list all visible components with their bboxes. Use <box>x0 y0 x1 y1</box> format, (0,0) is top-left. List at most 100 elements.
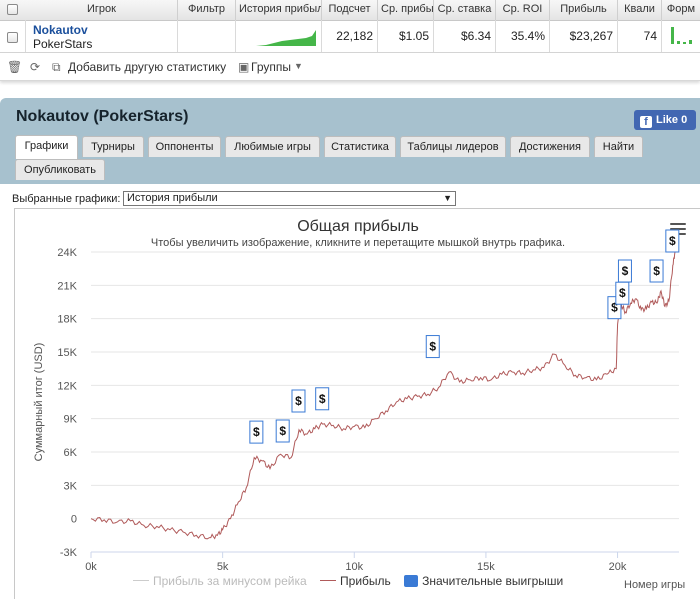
profit-history-sparkline <box>244 30 316 46</box>
big-win-label: $ <box>253 425 260 439</box>
groups-icon[interactable]: ▣ <box>238 60 249 74</box>
avg-stake-cell: $6.34 <box>434 20 496 52</box>
profit-chart[interactable]: Общая прибыль Чтобы увеличить изображени… <box>14 208 700 599</box>
legend-label: Прибыль <box>340 574 391 588</box>
row-checkbox-cell <box>0 20 26 52</box>
chevron-down-icon[interactable]: ▼ <box>294 61 303 71</box>
table-header: Игрок Фильтр История прибыл Подсчет Ср. … <box>0 0 700 21</box>
x-tick-label: 5k <box>217 561 229 573</box>
refresh-icon[interactable]: ⟳ <box>30 60 40 74</box>
tab-find[interactable]: Найти <box>594 136 643 157</box>
legend-label: Значительные выигрыши <box>422 574 564 588</box>
tab-statistics[interactable]: Статистика <box>324 136 396 157</box>
filter-cell[interactable] <box>178 20 236 52</box>
table-toolbar: 🗑 ⟳ ⧉ Добавить другую статистику ▣ Групп… <box>0 56 700 78</box>
legend-swatch-big-wins <box>404 575 419 587</box>
form-mini-chart <box>671 27 692 44</box>
legend-swatch-profit <box>320 580 337 581</box>
x-axis-ticks: 0k 5k 10k 15k 20k <box>85 552 627 573</box>
x-tick-label: 0k <box>85 561 97 573</box>
legend-item-profit[interactable]: Прибыль <box>320 574 394 588</box>
chevron-down-icon: ▼ <box>443 193 452 203</box>
profit-history-cell <box>236 20 322 52</box>
tab-achievements[interactable]: Достижения <box>510 136 590 157</box>
y-tick-label: 9K <box>64 414 78 426</box>
big-win-label: $ <box>653 264 660 278</box>
table-row[interactable]: 22,182 $1.05 $6.34 35.4% $23,267 74 <box>0 20 700 53</box>
like-label: Like 0 <box>656 114 688 126</box>
form-bar <box>683 42 686 44</box>
x-tick-label: 10k <box>345 561 363 573</box>
hands-cell: 22,182 <box>322 20 378 52</box>
big-win-label: $ <box>279 424 286 438</box>
tab-leaderboards[interactable]: Таблицы лидеров <box>400 136 506 157</box>
y-tick-label: 12K <box>57 380 77 392</box>
sparkline-area <box>244 30 316 46</box>
chart-select[interactable]: История прибыли ▼ <box>123 191 456 206</box>
legend-item-big-wins[interactable]: Значительные выигрыши <box>404 574 563 588</box>
add-stats-icon[interactable]: ⧉ <box>52 60 61 75</box>
col-avg-roi[interactable]: Ср. ROI <box>496 0 550 20</box>
chart-grid <box>91 251 679 553</box>
stats-table: Игрок Фильтр История прибыл Подсчет Ср. … <box>0 0 700 81</box>
col-filter[interactable]: Фильтр <box>178 0 236 20</box>
chart-legend: Прибыль за минусом рейка Прибыль Значите… <box>133 574 563 588</box>
col-form[interactable]: Форм <box>662 0 700 20</box>
y-tick-label: 6K <box>64 447 78 459</box>
legend-label: Прибыль за минусом рейка <box>153 574 307 588</box>
chart-select-label: Выбранные графики: <box>12 193 121 205</box>
y-tick-label: 21K <box>57 280 77 292</box>
player-name-link[interactable]: Nokautov <box>33 23 88 37</box>
row-checkbox[interactable] <box>7 32 18 43</box>
chart-plot[interactable]: -3K03K6K9K12K15K18K21K24K 0k 5k 10k 15k 20k … <box>15 209 700 600</box>
form-bar <box>689 40 692 44</box>
select-all-checkbox[interactable] <box>7 4 18 15</box>
player-site: PokerStars <box>33 37 93 51</box>
y-tick-label: 18K <box>57 314 77 326</box>
y-tick-label: 3K <box>64 480 78 492</box>
form-cell <box>662 20 700 52</box>
tab-charts[interactable]: Графики <box>15 135 78 159</box>
tab-opponents[interactable]: Оппоненты <box>148 136 221 157</box>
col-player[interactable]: Игрок <box>26 0 178 20</box>
big-win-markers: $ $$ $$$$$ $$ <box>249 229 680 444</box>
col-qual[interactable]: Квали <box>618 0 662 20</box>
form-bar <box>677 41 680 44</box>
page-title: Nokautov (PokerStars) <box>16 108 189 125</box>
x-axis-title: Номер игры <box>624 579 686 591</box>
groups-button[interactable]: Группы <box>251 60 291 74</box>
legend-item-net-rake[interactable]: Прибыль за минусом рейка <box>133 574 310 588</box>
add-stats-button[interactable]: Добавить другую статистику <box>68 60 226 74</box>
chart-select-value: История прибыли <box>127 192 218 204</box>
big-win-label: $ <box>429 340 436 354</box>
y-axis-title: Суммарный итог (USD) <box>33 343 45 462</box>
trash-icon[interactable]: 🗑 <box>7 60 22 74</box>
legend-swatch-net-rake <box>133 580 149 581</box>
x-tick-label: 20k <box>609 561 627 573</box>
big-win-label: $ <box>319 392 326 406</box>
profit-cell: $23,267 <box>550 20 618 52</box>
avg-profit-cell: $1.05 <box>378 20 434 52</box>
y-tick-label: 24K <box>57 247 77 259</box>
player-panel: Nokautov (PokerStars) Графики Турниры Оп… <box>0 98 700 184</box>
big-win-label: $ <box>295 394 302 408</box>
tab-favorite-games[interactable]: Любимые игры <box>225 136 320 157</box>
x-tick-label: 15k <box>477 561 495 573</box>
form-bar <box>671 27 674 44</box>
col-profit-history[interactable]: История прибыл <box>236 0 322 20</box>
qual-cell: 74 <box>618 20 662 52</box>
y-axis-ticks: -3K 0 3K 6K 9K 12K 15K 18K 21K 24K <box>57 247 77 559</box>
col-avg-stake[interactable]: Ср. ставка <box>434 0 496 20</box>
y-tick-label: 15K <box>57 347 77 359</box>
big-win-label: $ <box>622 264 629 278</box>
big-win-label: $ <box>619 286 626 300</box>
col-profit[interactable]: Прибыль <box>550 0 618 20</box>
avg-roi-cell: 35.4% <box>496 20 550 52</box>
tab-publish[interactable]: Опубликовать <box>15 159 105 180</box>
col-count[interactable]: Подсчет <box>322 0 378 20</box>
col-avg-profit[interactable]: Ср. прибы <box>378 0 434 20</box>
series-line-profit <box>90 251 676 540</box>
tab-tournaments[interactable]: Турниры <box>82 136 144 157</box>
y-tick-label: -3K <box>60 547 78 559</box>
facebook-like-button[interactable]: f Like 0 <box>634 110 696 130</box>
